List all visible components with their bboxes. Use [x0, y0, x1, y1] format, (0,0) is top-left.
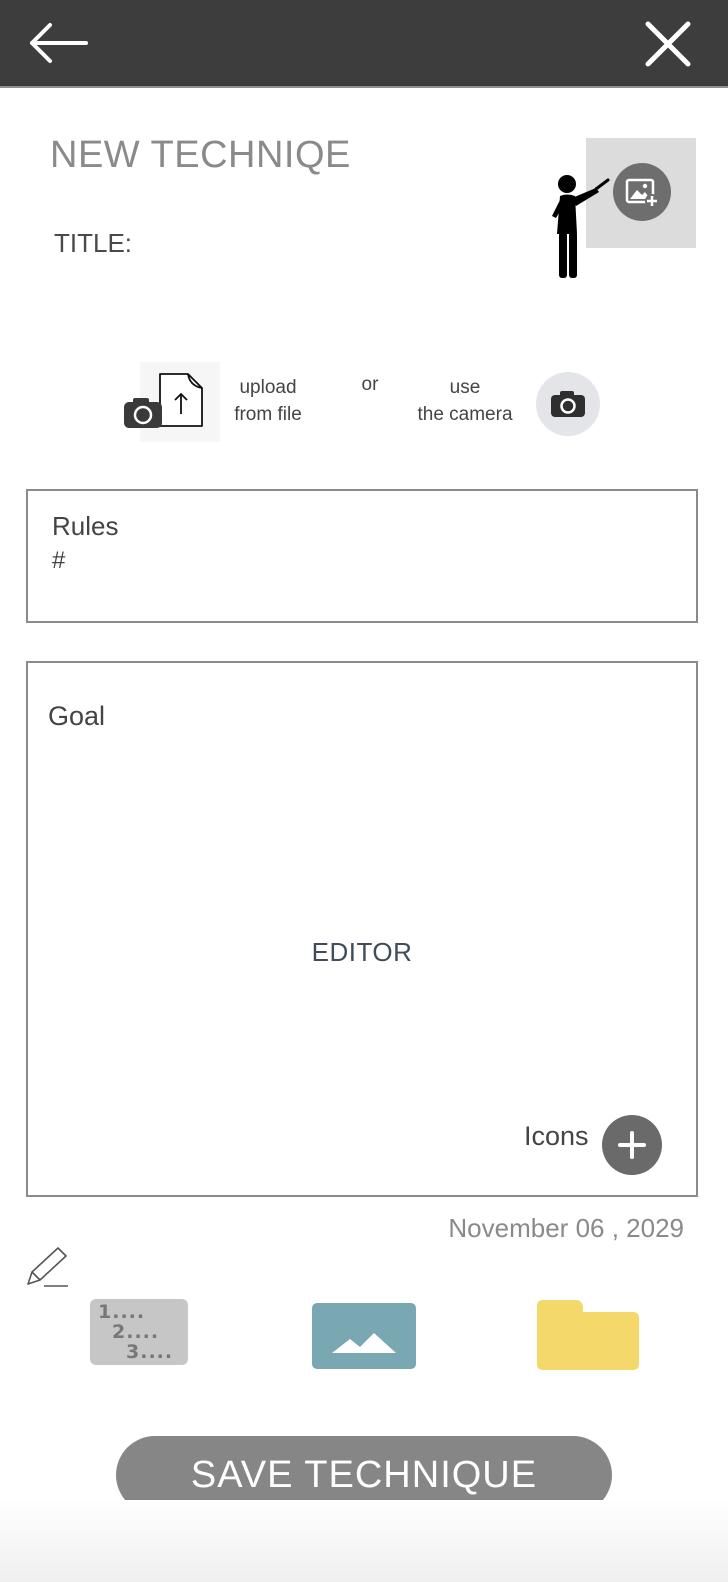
insert-image-button[interactable] [312, 1303, 416, 1369]
rules-value: # [52, 547, 66, 574]
upload-label-line2: from file [234, 404, 302, 425]
use-camera-label[interactable]: use the camera [412, 374, 518, 428]
numbered-list-item-2: 2.... [112, 1321, 160, 1343]
camera-button[interactable] [536, 372, 600, 436]
upload-file-button[interactable] [122, 360, 232, 444]
numbered-list-item-3: 3.... [126, 1341, 174, 1363]
goal-label: Goal [48, 701, 106, 731]
title-label: TITLE: [54, 228, 133, 258]
title-input[interactable] [140, 222, 524, 264]
rules-label: Rules [52, 511, 119, 541]
arrow-left-icon[interactable] [26, 18, 92, 68]
plus-icon [618, 1131, 646, 1159]
mountain-image-icon [332, 1333, 396, 1353]
pencil-icon[interactable] [24, 1244, 72, 1290]
bottom-area [0, 1500, 728, 1582]
page-title: NEW TECHNIQE [50, 134, 351, 176]
editor-placeholder: EDITOR [311, 937, 413, 967]
upload-label-line1: upload [239, 377, 297, 398]
add-image-icon [625, 178, 659, 208]
upload-from-file-label[interactable]: upload from file [222, 374, 314, 428]
close-icon[interactable] [640, 16, 696, 72]
teacher-figure-icon [552, 175, 610, 278]
add-icon-button[interactable] [602, 1115, 662, 1175]
camera-label-line1: use [449, 377, 481, 398]
date-label: November 06 , 2029 [448, 1213, 684, 1243]
upload-file-icon [124, 362, 220, 442]
goal-editor[interactable]: Goal EDITOR Icons [26, 661, 698, 1197]
camera-icon [551, 391, 585, 417]
top-bar [0, 0, 728, 88]
folder-icon[interactable] [537, 1300, 639, 1370]
or-label: or [361, 374, 379, 395]
icons-label: Icons [524, 1121, 589, 1151]
rules-field[interactable]: Rules # [26, 489, 698, 623]
camera-label-line2: the camera [417, 404, 513, 425]
numbered-list-item-1: 1.... [98, 1301, 146, 1323]
add-image-button[interactable] [613, 163, 671, 221]
numbered-list-button[interactable]: 1.... 2.... 3.... [90, 1299, 188, 1365]
